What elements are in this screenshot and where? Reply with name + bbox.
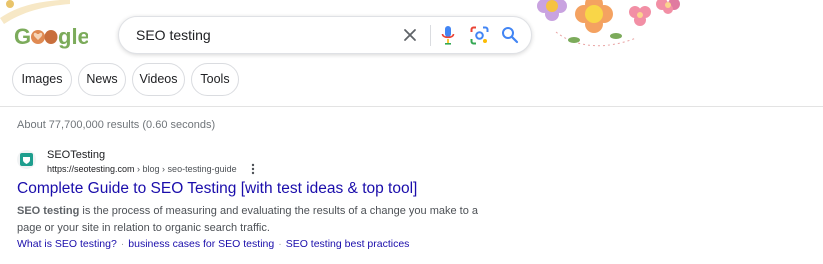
filter-news[interactable]: News xyxy=(78,63,126,96)
filter-tools[interactable]: Tools xyxy=(191,63,239,96)
snippet-text: is the process of measuring and evaluati… xyxy=(17,205,479,234)
search-divider xyxy=(430,25,431,46)
result-snippet: SEO testing is the process of measuring … xyxy=(17,203,487,237)
clear-icon[interactable] xyxy=(402,27,418,43)
filter-images[interactable]: Images xyxy=(12,63,72,96)
site-favicon[interactable] xyxy=(17,150,36,169)
sitelink-business-cases[interactable]: business cases for SEO testing xyxy=(128,238,274,250)
header: G gle SEO testing Images News Videos Too… xyxy=(0,0,823,107)
search-input[interactable]: SEO testing xyxy=(136,27,211,43)
sitelink-separator: · xyxy=(278,238,282,250)
more-options-icon[interactable] xyxy=(251,163,255,175)
google-logo[interactable]: G gle xyxy=(14,20,88,52)
sitelinks: What is SEO testing? · business cases for … xyxy=(17,238,409,250)
filter-videos[interactable]: Videos xyxy=(132,63,185,96)
mic-icon[interactable] xyxy=(441,25,455,46)
site-url[interactable]: https://seotesting.com › blog › seo-test… xyxy=(47,164,237,174)
sitelink-what-is-seo-testing[interactable]: What is SEO testing? xyxy=(17,238,117,250)
svg-text:G: G xyxy=(14,24,31,49)
search-box[interactable]: SEO testing xyxy=(118,16,532,54)
result-title-link[interactable]: Complete Guide to SEO Testing [with test… xyxy=(17,180,417,198)
svg-text:gle: gle xyxy=(58,24,88,49)
sitelink-separator: · xyxy=(120,238,125,250)
doodle-flowers-decoration xyxy=(537,0,680,47)
lens-icon[interactable] xyxy=(470,26,489,45)
results-stats: About 77,700,000 results (0.60 seconds) xyxy=(17,119,216,131)
site-url-host: https://seotesting.com xyxy=(47,164,135,174)
site-url-path: › blog › seo-testing-guide xyxy=(134,164,237,174)
sitelink-best-practices[interactable]: SEO testing best practices xyxy=(286,238,410,250)
seotesting-favicon-icon xyxy=(20,153,33,166)
search-icon[interactable] xyxy=(501,26,519,44)
snippet-highlight: SEO testing xyxy=(17,205,80,217)
site-name[interactable]: SEOTesting xyxy=(47,149,105,161)
